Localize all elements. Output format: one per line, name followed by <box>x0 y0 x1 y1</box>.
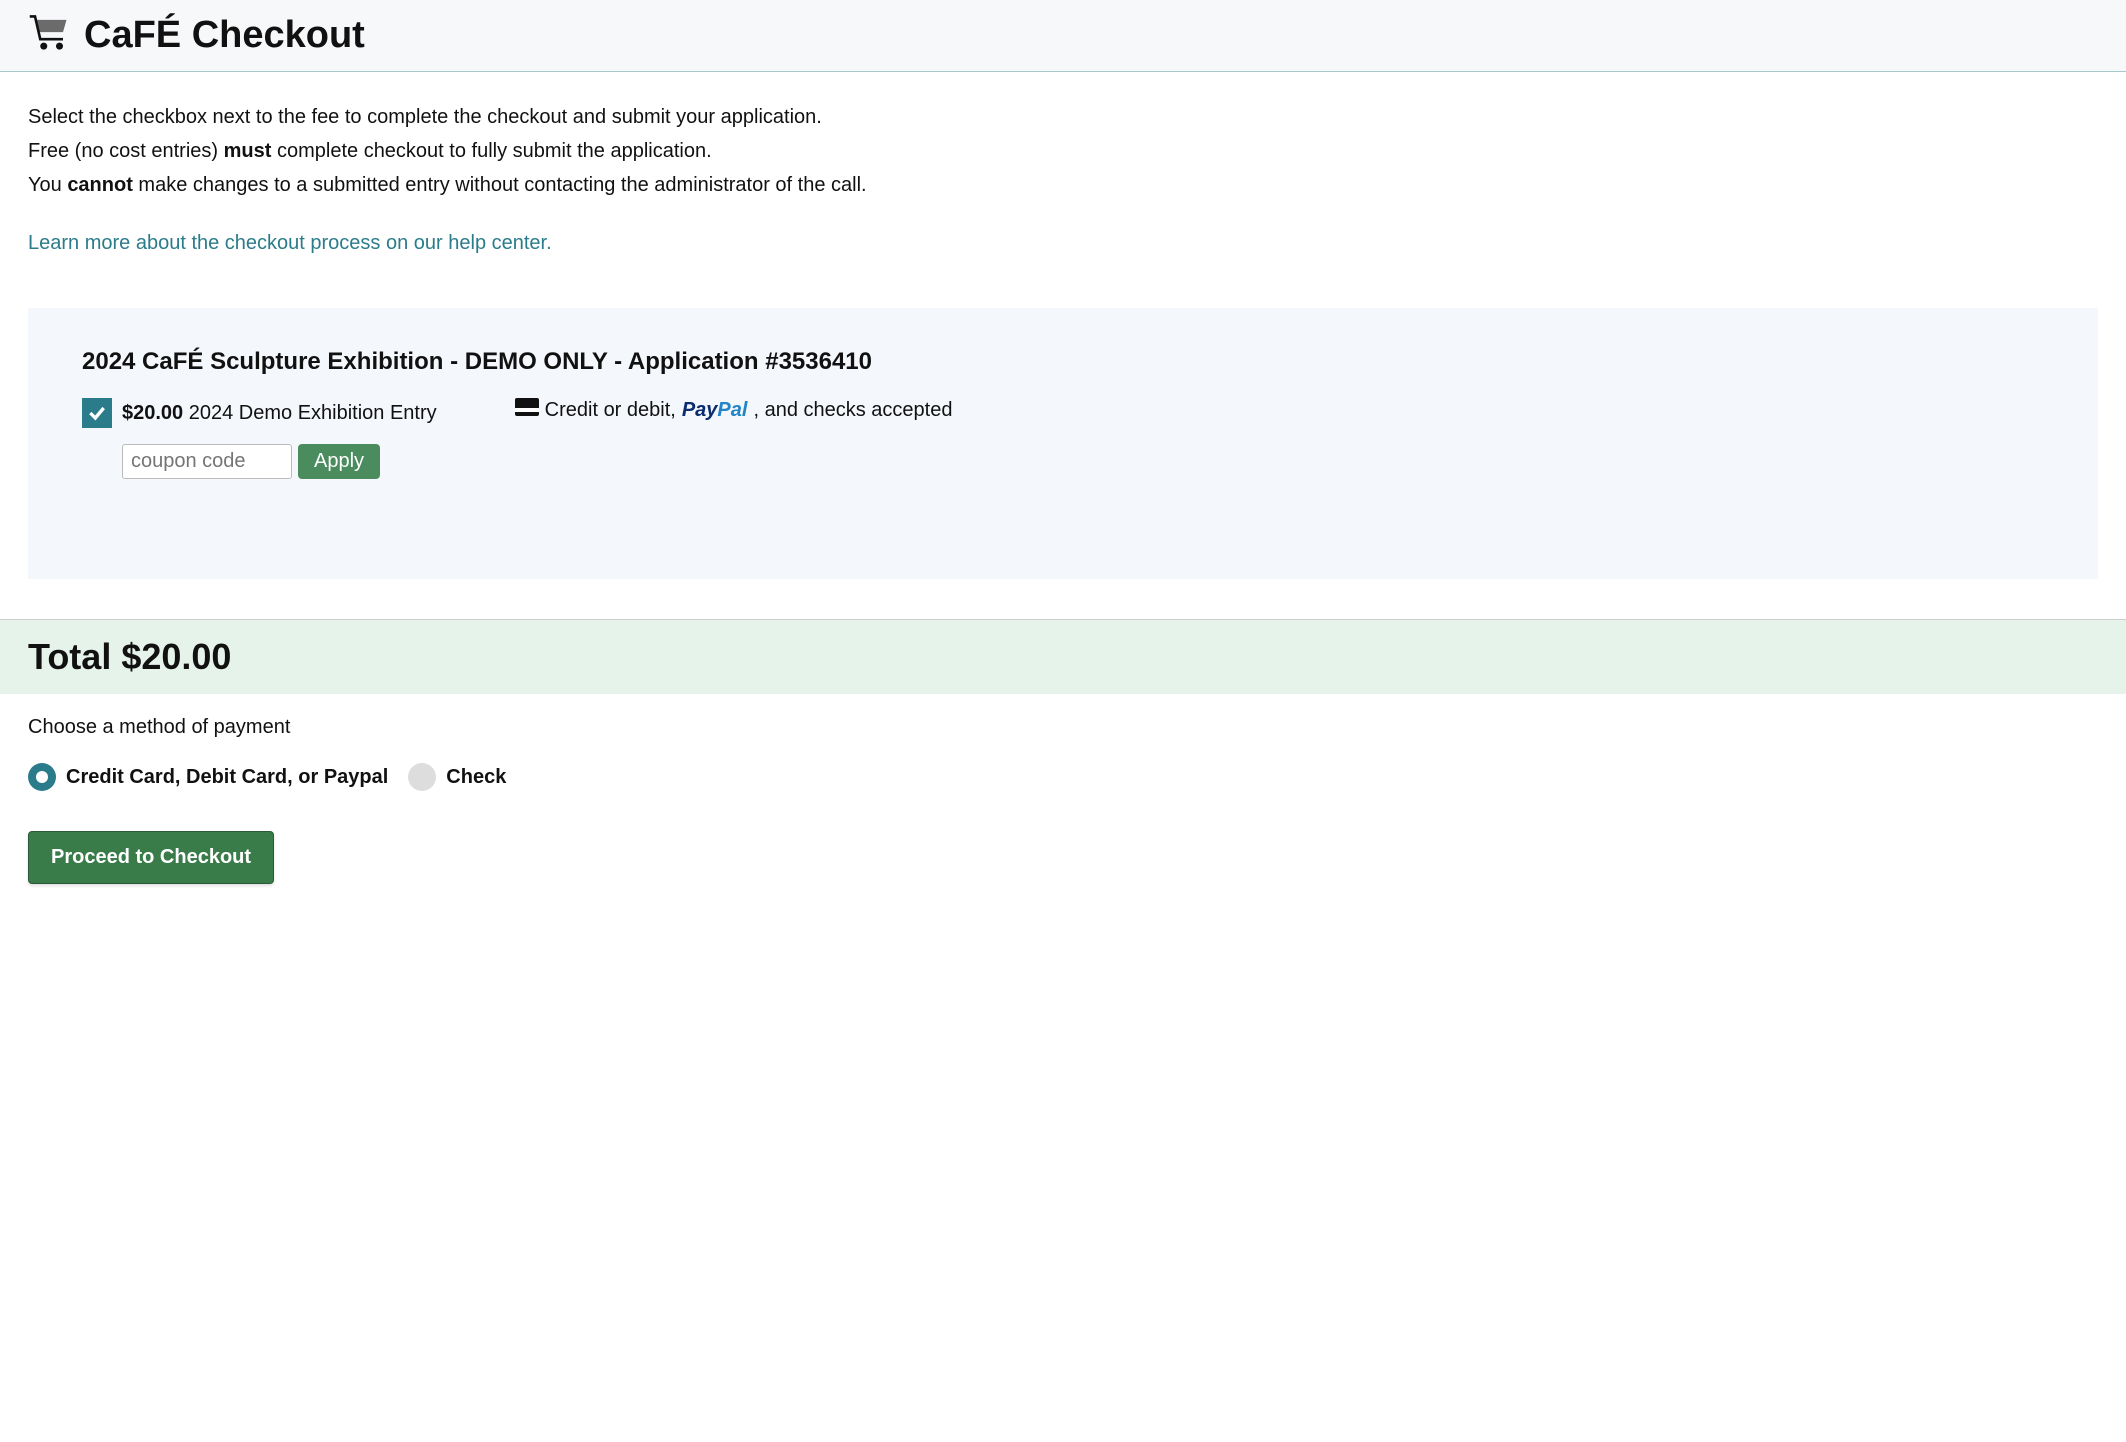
fee-checkbox[interactable] <box>82 398 112 428</box>
paypal-logo: PayPal <box>682 399 748 422</box>
credit-card-icon <box>515 398 539 422</box>
instruction-line-3: You cannot make changes to a submitted e… <box>28 168 2098 202</box>
fee-row: $20.00 2024 Demo Exhibition Entry Apply … <box>82 398 2044 479</box>
payment-choose-label: Choose a method of payment <box>28 716 2098 739</box>
page-header: CaFÉ Checkout <box>0 0 2126 72</box>
cart-icon <box>28 14 70 57</box>
cart-item-title: 2024 CaFÉ Sculpture Exhibition - DEMO ON… <box>82 348 2044 376</box>
total-bar: Total $20.00 <box>0 620 2126 694</box>
payment-accepted-line: Credit or debit, PayPal, and checks acce… <box>515 398 953 422</box>
page-title: CaFÉ Checkout <box>84 14 365 57</box>
fee-description: 2024 Demo Exhibition Entry <box>189 402 437 424</box>
help-center-link[interactable]: Learn more about the checkout process on… <box>28 226 552 260</box>
payment-option-card[interactable]: Credit Card, Debit Card, or Paypal <box>28 763 388 791</box>
apply-coupon-button[interactable]: Apply <box>298 444 380 479</box>
cart-item-box: 2024 CaFÉ Sculpture Exhibition - DEMO ON… <box>28 308 2098 579</box>
radio-selected-icon <box>28 763 56 791</box>
proceed-to-checkout-button[interactable]: Proceed to Checkout <box>28 831 274 884</box>
fee-amount: $20.00 <box>122 402 183 424</box>
instructions: Select the checkbox next to the fee to c… <box>0 72 2126 288</box>
instruction-line-1: Select the checkbox next to the fee to c… <box>28 100 2098 134</box>
payment-option-check[interactable]: Check <box>408 763 506 791</box>
instruction-line-2: Free (no cost entries) must complete che… <box>28 134 2098 168</box>
radio-unselected-icon <box>408 763 436 791</box>
coupon-input[interactable] <box>122 444 292 479</box>
total-amount: Total $20.00 <box>28 636 2098 678</box>
payment-section: Choose a method of payment Credit Card, … <box>0 694 2126 924</box>
